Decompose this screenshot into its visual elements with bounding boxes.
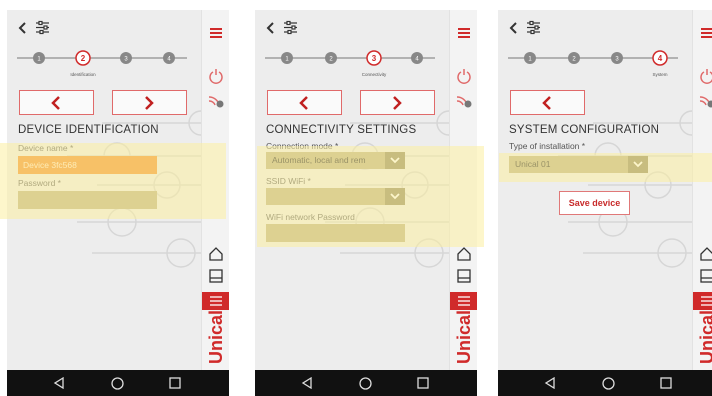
brand-logo: Unical bbox=[697, 309, 712, 365]
device-name-label: Device name * bbox=[18, 143, 74, 153]
hamburger-icon[interactable] bbox=[456, 25, 472, 41]
step-number: 4 bbox=[658, 54, 663, 63]
password-label: Password * bbox=[18, 178, 61, 188]
installation-type-label: Type of installation * bbox=[509, 141, 586, 151]
previous-button[interactable] bbox=[267, 90, 342, 115]
android-home-icon[interactable] bbox=[359, 377, 372, 390]
step-progress: 1 2 3 4 bbox=[265, 50, 435, 66]
chevron-left-icon[interactable] bbox=[265, 21, 277, 35]
android-back-icon[interactable] bbox=[544, 377, 556, 389]
chevron-down-icon bbox=[390, 193, 400, 200]
android-recents-icon[interactable] bbox=[169, 377, 181, 389]
chevron-right-icon bbox=[145, 96, 154, 110]
step-label: Connectivity bbox=[361, 72, 387, 77]
wifi-settings-icon[interactable] bbox=[208, 92, 224, 108]
save-device-button[interactable]: Save device bbox=[559, 191, 630, 215]
installation-type-select[interactable]: Unical 01 bbox=[509, 156, 648, 173]
section-title: DEVICE IDENTIFICATION bbox=[18, 124, 159, 136]
step-number: 2 bbox=[81, 54, 86, 63]
step-label: System bbox=[652, 72, 668, 77]
sliders-icon[interactable] bbox=[35, 20, 50, 35]
save-icon[interactable] bbox=[208, 268, 224, 284]
previous-button[interactable] bbox=[510, 90, 585, 115]
android-home-icon[interactable] bbox=[111, 377, 124, 390]
dropdown-toggle[interactable] bbox=[385, 152, 405, 169]
power-icon[interactable] bbox=[456, 68, 472, 84]
home-icon[interactable] bbox=[208, 246, 224, 262]
save-icon[interactable] bbox=[456, 268, 472, 284]
top-bar bbox=[255, 10, 477, 50]
android-recents-icon[interactable] bbox=[417, 377, 429, 389]
chevron-left-icon bbox=[542, 96, 551, 110]
top-bar bbox=[7, 10, 229, 50]
section-title: CONNECTIVITY SETTINGS bbox=[266, 124, 417, 136]
ssid-select[interactable] bbox=[266, 188, 405, 205]
phone-screen-identification: 1 2 3 4 Identification DEVICE IDENTIFICA… bbox=[7, 10, 229, 396]
android-recents-icon[interactable] bbox=[660, 377, 672, 389]
android-home-icon[interactable] bbox=[602, 377, 615, 390]
list-icon bbox=[458, 296, 470, 306]
section-title: SYSTEM CONFIGURATION bbox=[509, 124, 660, 136]
android-nav-bar bbox=[7, 370, 229, 396]
android-back-icon[interactable] bbox=[301, 377, 313, 389]
chevron-down-icon bbox=[633, 161, 643, 168]
installation-type-value: Unical 01 bbox=[515, 159, 551, 169]
top-bar bbox=[498, 10, 712, 50]
brand-logo: Unical bbox=[454, 309, 474, 365]
hamburger-icon[interactable] bbox=[699, 25, 712, 41]
home-icon[interactable] bbox=[699, 246, 712, 262]
connection-mode-select[interactable]: Automatic, local and rem bbox=[266, 152, 405, 169]
list-icon bbox=[701, 296, 712, 306]
sliders-icon[interactable] bbox=[526, 20, 541, 35]
wifi-password-label: WiFi network Password bbox=[266, 212, 355, 222]
connection-mode-label: Connection mode * bbox=[266, 141, 339, 151]
sidebar: Unical bbox=[201, 10, 229, 370]
device-name-field[interactable]: Device 3fc568 bbox=[18, 156, 157, 174]
dropdown-toggle[interactable] bbox=[628, 156, 648, 173]
wifi-password-field[interactable] bbox=[266, 224, 405, 242]
chevron-right-icon bbox=[393, 96, 402, 110]
phone-screen-system: 1 2 3 4 System SYSTEM CONFIGURATION Type… bbox=[498, 10, 712, 396]
step-number: 3 bbox=[372, 54, 377, 63]
chevron-left-icon bbox=[51, 96, 60, 110]
password-field[interactable] bbox=[18, 191, 157, 209]
power-icon[interactable] bbox=[699, 68, 712, 84]
step-label: Identification bbox=[70, 72, 96, 77]
android-nav-bar bbox=[498, 370, 712, 396]
chevron-left-icon[interactable] bbox=[17, 21, 29, 35]
android-nav-bar bbox=[255, 370, 477, 396]
save-icon[interactable] bbox=[699, 268, 712, 284]
chevron-left-icon bbox=[299, 96, 308, 110]
dropdown-toggle[interactable] bbox=[385, 188, 405, 205]
hamburger-icon[interactable] bbox=[208, 25, 224, 41]
chevron-left-icon[interactable] bbox=[508, 21, 520, 35]
sidebar: Unical bbox=[449, 10, 477, 370]
chevron-down-icon bbox=[390, 157, 400, 164]
wifi-settings-icon[interactable] bbox=[699, 92, 712, 108]
brand-logo: Unical bbox=[206, 309, 226, 365]
power-icon[interactable] bbox=[208, 68, 224, 84]
next-button[interactable] bbox=[360, 90, 435, 115]
home-icon[interactable] bbox=[456, 246, 472, 262]
previous-button[interactable] bbox=[19, 90, 94, 115]
connection-mode-value: Automatic, local and rem bbox=[272, 155, 366, 165]
android-back-icon[interactable] bbox=[53, 377, 65, 389]
wifi-settings-icon[interactable] bbox=[456, 92, 472, 108]
sliders-icon[interactable] bbox=[283, 20, 298, 35]
phone-screen-connectivity: 1 2 3 4 Connectivity CONNECTIVITY SETTIN… bbox=[255, 10, 477, 396]
ssid-label: SSID WiFi * bbox=[266, 176, 311, 186]
next-button[interactable] bbox=[112, 90, 187, 115]
sidebar: Unical bbox=[692, 10, 712, 370]
list-icon bbox=[210, 296, 222, 306]
